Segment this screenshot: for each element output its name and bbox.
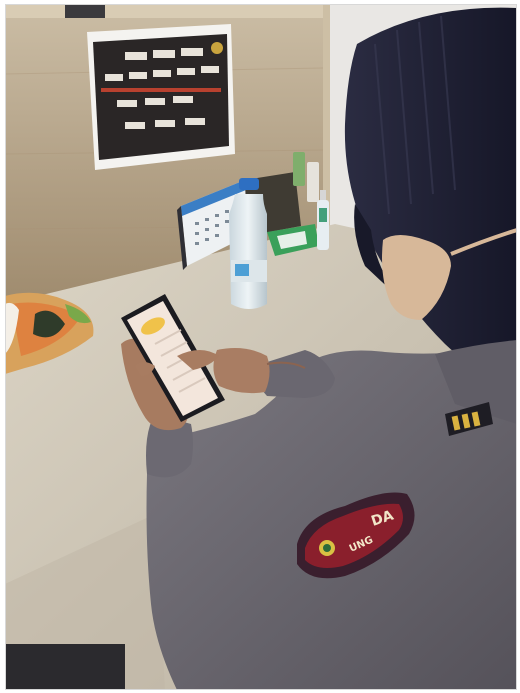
right-hand: [213, 348, 270, 394]
top-object: [65, 4, 105, 18]
org-chart-poster: [87, 24, 235, 170]
water-bottle: [229, 178, 267, 309]
photo-frame: DA UNG: [0, 0, 520, 693]
partition-top-rail: [5, 4, 335, 18]
photo-scene: DA UNG: [5, 4, 517, 690]
floor-dark: [5, 644, 125, 690]
